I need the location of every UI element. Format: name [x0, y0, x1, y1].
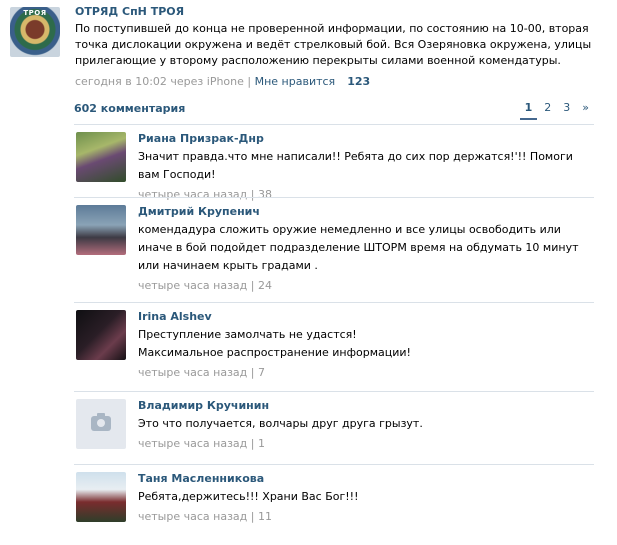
comment-body: Irina Alshev Преступление замолчать не у…	[138, 309, 593, 380]
post-timestamp[interactable]: сегодня в 10:02 через iPhone |	[75, 75, 255, 88]
pager-next[interactable]: »	[577, 99, 594, 120]
comment-author[interactable]: Дмитрий Крупенич	[138, 204, 593, 219]
comment-time[interactable]: четыре часа назад	[138, 510, 247, 523]
comment-text: Это что получается, волчары друг друга г…	[138, 417, 423, 430]
comment-text: Преступление замолчать не удастся! Макси…	[138, 328, 411, 359]
comments-header: 602 комментария 1 2 3 »	[74, 99, 594, 120]
comment-body: Таня Масленникова Ребята,держитесь!!! Хр…	[138, 471, 593, 524]
post-author-avatar[interactable]: ТРОЯ	[10, 7, 60, 57]
comment-item: Irina Alshev Преступление замолчать не у…	[74, 302, 594, 385]
avatar[interactable]	[76, 205, 126, 255]
comment-item: Дмитрий Крупенич комендадура сложить ору…	[74, 197, 594, 296]
comment-time[interactable]: четыре часа назад	[138, 366, 247, 379]
comment-author[interactable]: Риана Призрак-Днр	[138, 131, 593, 146]
post-meta: сегодня в 10:02 через iPhone | Мне нрави…	[75, 74, 605, 90]
comment-text: Ребята,держитесь!!! Храни Вас Бог!!!	[138, 490, 359, 503]
avatar-logo-text: ТРОЯ	[23, 9, 47, 17]
camera-icon	[91, 413, 111, 431]
comment-body: Риана Призрак-Днр Значит правда.что мне …	[138, 131, 593, 202]
comment-time[interactable]: четыре часа назад	[138, 437, 247, 450]
comment-item: Таня Масленникова Ребята,держитесь!!! Хр…	[74, 464, 594, 531]
avatar[interactable]	[76, 310, 126, 360]
pager-page-1[interactable]: 1	[519, 99, 538, 120]
post-like-count[interactable]: 123	[347, 75, 370, 88]
comment-like-count[interactable]: 7	[258, 366, 265, 379]
post-text: По поступившей до конца не проверенной и…	[75, 22, 592, 67]
comments-count[interactable]: 602 комментария	[74, 102, 185, 115]
avatar[interactable]	[76, 132, 126, 182]
comment-body: Владимир Кручинин Это что получается, во…	[138, 398, 593, 451]
post-author-link[interactable]: ОТРЯД СпН ТРОЯ	[75, 4, 605, 19]
comment-meta: четыре часа назад | 7	[138, 366, 265, 379]
post-like-button[interactable]: Мне нравится	[255, 75, 336, 88]
comment-body: Дмитрий Крупенич комендадура сложить ору…	[138, 204, 593, 293]
comment-meta: четыре часа назад | 1	[138, 437, 265, 450]
comment-author[interactable]: Irina Alshev	[138, 309, 593, 324]
pager-page-2[interactable]: 2	[539, 99, 556, 120]
comment-like-count[interactable]: 24	[258, 279, 272, 292]
comment-item: Владимир Кручинин Это что получается, во…	[74, 391, 594, 456]
comment-like-count[interactable]: 1	[258, 437, 265, 450]
comment-meta: четыре часа назад | 24	[138, 279, 272, 292]
comment-item: Риана Призрак-Днр Значит правда.что мне …	[74, 124, 594, 201]
comment-meta: четыре часа назад | 11	[138, 510, 272, 523]
comment-text: комендадура сложить оружие немедленно и …	[138, 223, 579, 272]
avatar[interactable]	[76, 399, 126, 449]
comment-author[interactable]: Таня Масленникова	[138, 471, 593, 486]
comment-time[interactable]: четыре часа назад	[138, 279, 247, 292]
avatar[interactable]	[76, 472, 126, 522]
post-body: ОТРЯД СпН ТРОЯ По поступившей до конца н…	[75, 4, 605, 90]
pager-page-3[interactable]: 3	[558, 99, 575, 120]
comment-text: Значит правда.что мне написали!! Ребята …	[138, 150, 573, 181]
comment-author[interactable]: Владимир Кручинин	[138, 398, 593, 413]
comment-like-count[interactable]: 11	[258, 510, 272, 523]
comments-pager: 1 2 3 »	[518, 99, 594, 120]
